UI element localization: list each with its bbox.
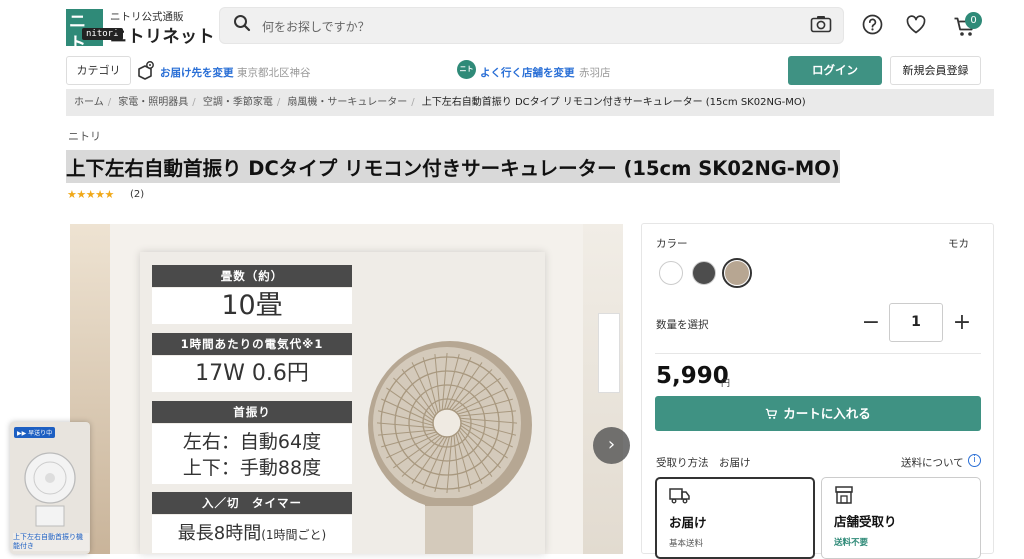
circulator-fan-image (368, 341, 532, 554)
selected-color: モカ (948, 238, 969, 250)
info-icon[interactable]: i (968, 454, 981, 467)
search-icon[interactable] (233, 14, 251, 36)
login-button[interactable]: ログイン (788, 56, 882, 85)
change-store-link[interactable]: よく行く店舗を変更 (480, 65, 575, 80)
breadcrumb-appliances[interactable]: 家電・照明器具 (118, 97, 188, 108)
quantity-decrease-button[interactable]: − (860, 310, 882, 336)
cart-count-badge: 0 (965, 12, 982, 29)
spec-timer-value: 最長8時間(1時間ごと) (152, 515, 352, 553)
search-input[interactable]: 何をお探しですか？ (262, 18, 370, 35)
pickup-method-label: 受取り方法 (656, 457, 709, 469)
price: 5,990 (656, 363, 729, 389)
page-title: 上下左右自動首振り DCタイプ リモコン付きサーキュレーター (15cm SK0… (66, 150, 840, 183)
rating-stars: ★★★★★ (67, 188, 114, 201)
store-name: 赤羽店 (579, 67, 611, 79)
add-to-cart-label: カートに入れる (783, 406, 871, 421)
spec-room-size-value: 10畳 (152, 288, 352, 324)
quantity-input[interactable]: 1 (889, 303, 943, 342)
breadcrumb-home[interactable]: ホーム (74, 97, 104, 108)
color-swatch-mocha[interactable] (725, 261, 749, 285)
store-pickup-option-sub: 送料不要 (834, 538, 869, 548)
review-count[interactable]: (2) (130, 189, 144, 200)
spec-oscillation-heading: 首振り (152, 401, 352, 423)
gallery-next-image-frame (598, 313, 620, 393)
pickup-method-value: お届け (719, 457, 751, 469)
store-building-icon (835, 486, 853, 504)
shipping-info-link[interactable]: 送料について (901, 455, 964, 470)
color-label: カラー (656, 238, 688, 250)
store-icon[interactable]: ニトリ (457, 60, 476, 92)
breadcrumb-seasonal[interactable]: 空調・季節家電 (203, 97, 273, 108)
category-button[interactable]: カテゴリ (66, 56, 131, 85)
spec-timer-heading: 入／切 タイマー (152, 492, 352, 514)
divider (655, 353, 981, 354)
spec-oscillation-horizontal: 左右：自動64度 (182, 431, 322, 453)
fan-thumbnail-image (24, 452, 76, 527)
spec-oscillation-vertical: 上下：手動88度 (182, 457, 322, 479)
breadcrumb-current: 上下左右自動首振り DCタイプ リモコン付きサーキュレーター (15cm SK0… (421, 97, 806, 108)
video-caption: 上下左右自動首振り機能付き (13, 533, 89, 551)
cart-icon (766, 408, 778, 419)
price-currency: 円 (721, 379, 731, 389)
gallery-next-arrow[interactable]: › (593, 427, 630, 464)
color-swatch-dark-gray[interactable] (692, 261, 716, 285)
delivery-option-sub: 基本送料 (669, 539, 704, 549)
logo-title[interactable]: ニトリネット (110, 22, 215, 47)
quantity-label: 数量を選択 (656, 319, 709, 331)
fast-forward-badge: ▶▶ 早送り中 (14, 427, 56, 438)
quantity-increase-button[interactable]: + (951, 310, 973, 336)
favorites-heart-icon[interactable] (905, 14, 927, 39)
delivery-location-icon[interactable] (136, 60, 156, 84)
breadcrumb-fans[interactable]: 扇風機・サーキュレーター (287, 97, 407, 108)
delivery-option-title: お届け (669, 515, 707, 530)
color-swatch-white[interactable] (659, 261, 683, 285)
signup-button[interactable]: 新規会員登録 (890, 56, 981, 85)
change-delivery-link[interactable]: お届け先を変更 (160, 65, 234, 80)
spec-timer-step: (1時間ごと) (261, 528, 327, 542)
camera-search-icon[interactable] (810, 14, 832, 38)
spec-power-cost-heading: 1時間あたりの電気代※1 (152, 333, 352, 355)
spec-timer-max: 最長8時間 (177, 523, 262, 544)
store-pickup-option-title: 店舗受取り (834, 514, 897, 529)
spec-power-cost-value: 17W 0.6円 (152, 356, 352, 392)
delivery-option-card[interactable]: お届け 基本送料 (655, 477, 815, 559)
spec-oscillation-value: 左右：自動64度 上下：手動88度 (152, 424, 352, 484)
delivery-address: 東京都北区神谷 (237, 67, 311, 79)
help-icon[interactable] (862, 14, 883, 39)
store-pickup-option-card[interactable]: 店舗受取り 送料不要 (821, 477, 981, 559)
breadcrumb: ホーム / 家電・照明器具 / 空調・季節家電 / 扇風機・サーキュレーター / 上下左… (66, 89, 994, 116)
add-to-cart-button[interactable]: カートに入れる (655, 396, 981, 431)
truck-icon (669, 488, 690, 504)
product-brand[interactable]: ニトリ (68, 128, 101, 144)
spec-room-size-heading: 畳数（約） (152, 265, 352, 287)
